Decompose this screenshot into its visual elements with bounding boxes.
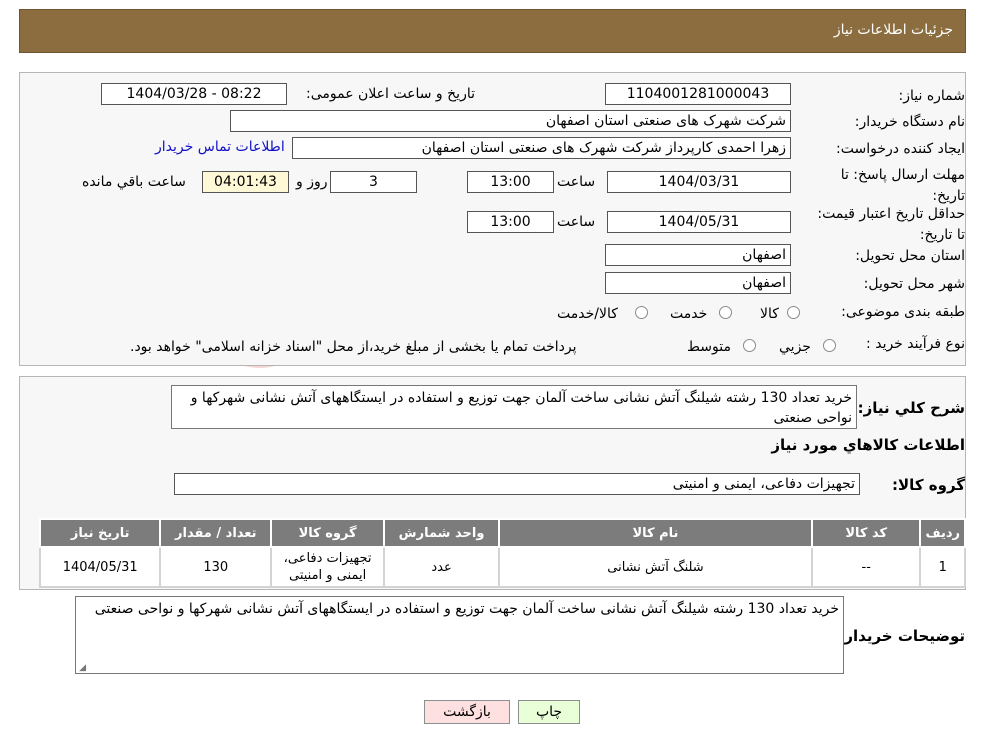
back-button[interactable]: بازگشت	[424, 700, 510, 724]
creator-label: ایجاد کننده درخواست:	[836, 141, 965, 157]
goods-group-label: گروه کالا:	[892, 476, 965, 494]
buyer-org-field: شرکت شهرک های صنعتی استان اصفهان	[230, 110, 791, 132]
cell-group: تجهیزات دفاعی، ایمنی و امنیتی	[270, 546, 386, 588]
cell-date: 1404/05/31	[38, 546, 162, 588]
validity-time-label: ساعت	[557, 214, 596, 230]
process-radio-minor[interactable]	[823, 339, 836, 352]
buyer-notes-label: توضيحات خريدار:	[838, 627, 965, 645]
category-option-both: کالا/خدمت	[557, 306, 618, 322]
days-label: روز و	[296, 174, 328, 190]
goods-info-title: اطلاعات کالاهاي مورد نياز	[771, 436, 965, 454]
announce-field: 1404/03/28 - 08:22	[101, 83, 287, 105]
buyer-notes-content: خرید تعداد 130 رشته شیلنگ آتش نشانی ساخت…	[94, 601, 839, 617]
cell-qty: 130	[159, 546, 273, 588]
category-radio-both[interactable]	[635, 306, 648, 319]
need-number-field: 1104001281000043	[605, 83, 791, 105]
cell-name: شلنگ آتش نشانی	[498, 546, 813, 588]
col-name: نام کالا	[498, 518, 813, 548]
remaining-label: ساعت باقي مانده	[82, 174, 186, 190]
table-row: 1 -- شلنگ آتش نشانی عدد تجهیزات دفاعی، ا…	[38, 546, 966, 588]
col-group: گروه کالا	[270, 518, 386, 548]
col-unit: واحد شمارش	[383, 518, 501, 548]
process-note: پرداخت تمام یا بخشی از مبلغ خرید،از محل …	[130, 339, 577, 355]
reply-time-label: ساعت	[557, 174, 596, 190]
goods-table: رديف کد کالا نام کالا واحد شمارش گروه کا…	[38, 518, 966, 588]
validity-date-field: 1404/05/31	[607, 211, 791, 233]
process-label: نوع فرآیند خرید :	[866, 336, 965, 352]
process-radio-medium[interactable]	[743, 339, 756, 352]
city-field: اصفهان	[605, 272, 791, 294]
col-code: کد کالا	[810, 518, 922, 548]
category-radio-service[interactable]	[719, 306, 732, 319]
need-number-label: شماره نیاز:	[898, 88, 966, 104]
category-option-goods: کالا	[760, 306, 779, 322]
reply-time-field: 13:00	[467, 171, 554, 193]
summary-text: خرید تعداد 130 رشته شیلنگ آتش نشانی ساخت…	[171, 385, 857, 429]
page-header: جزئیات اطلاعات نیاز	[19, 9, 966, 53]
summary-label: شرح کلي نياز:	[857, 399, 965, 417]
print-button[interactable]: چاپ	[518, 700, 580, 724]
page-title: جزئیات اطلاعات نیاز	[833, 22, 953, 38]
province-field: اصفهان	[605, 244, 791, 266]
cell-row: 1	[919, 546, 966, 588]
cell-code: --	[810, 546, 922, 588]
col-qty: تعداد / مقدار	[159, 518, 273, 548]
cell-unit: عدد	[383, 546, 501, 588]
reply-deadline-label: مهلت ارسال پاسخ: تا تاریخ:	[840, 167, 965, 204]
remaining-time-field: 04:01:43	[202, 171, 289, 193]
resize-grip-icon[interactable]: ◢	[78, 664, 86, 673]
province-label: استان محل تحویل:	[855, 248, 965, 264]
col-row: رديف	[919, 518, 966, 548]
goods-group-field: تجهیزات دفاعی، ایمنی و امنیتی	[174, 473, 860, 495]
buyer-org-label: نام دستگاه خریدار:	[854, 114, 965, 130]
validity-label: حداقل تاریخ اعتبار قیمت: تا تاریخ:	[817, 206, 965, 243]
city-label: شهر محل تحویل:	[863, 276, 965, 292]
table-header-row: رديف کد کالا نام کالا واحد شمارش گروه کا…	[38, 518, 966, 548]
buyer-contact-link[interactable]: اطلاعات تماس خریدار	[155, 139, 285, 155]
process-option-minor: جزیي	[779, 339, 811, 355]
announce-label: تاریخ و ساعت اعلان عمومی:	[306, 86, 475, 102]
category-radio-goods[interactable]	[787, 306, 800, 319]
buyer-notes-text: خرید تعداد 130 رشته شیلنگ آتش نشانی ساخت…	[75, 596, 844, 674]
process-option-medium: متوسط	[687, 339, 731, 355]
category-label: طبقه بندی موضوعی:	[841, 304, 965, 320]
col-date: تاريخ نياز	[38, 518, 162, 548]
days-field: 3	[330, 171, 417, 193]
creator-field: زهرا احمدی کارپرداز شرکت شهرک های صنعتی …	[292, 137, 791, 159]
validity-time-field: 13:00	[467, 211, 554, 233]
reply-date-field: 1404/03/31	[607, 171, 791, 193]
category-option-service: خدمت	[670, 306, 708, 322]
